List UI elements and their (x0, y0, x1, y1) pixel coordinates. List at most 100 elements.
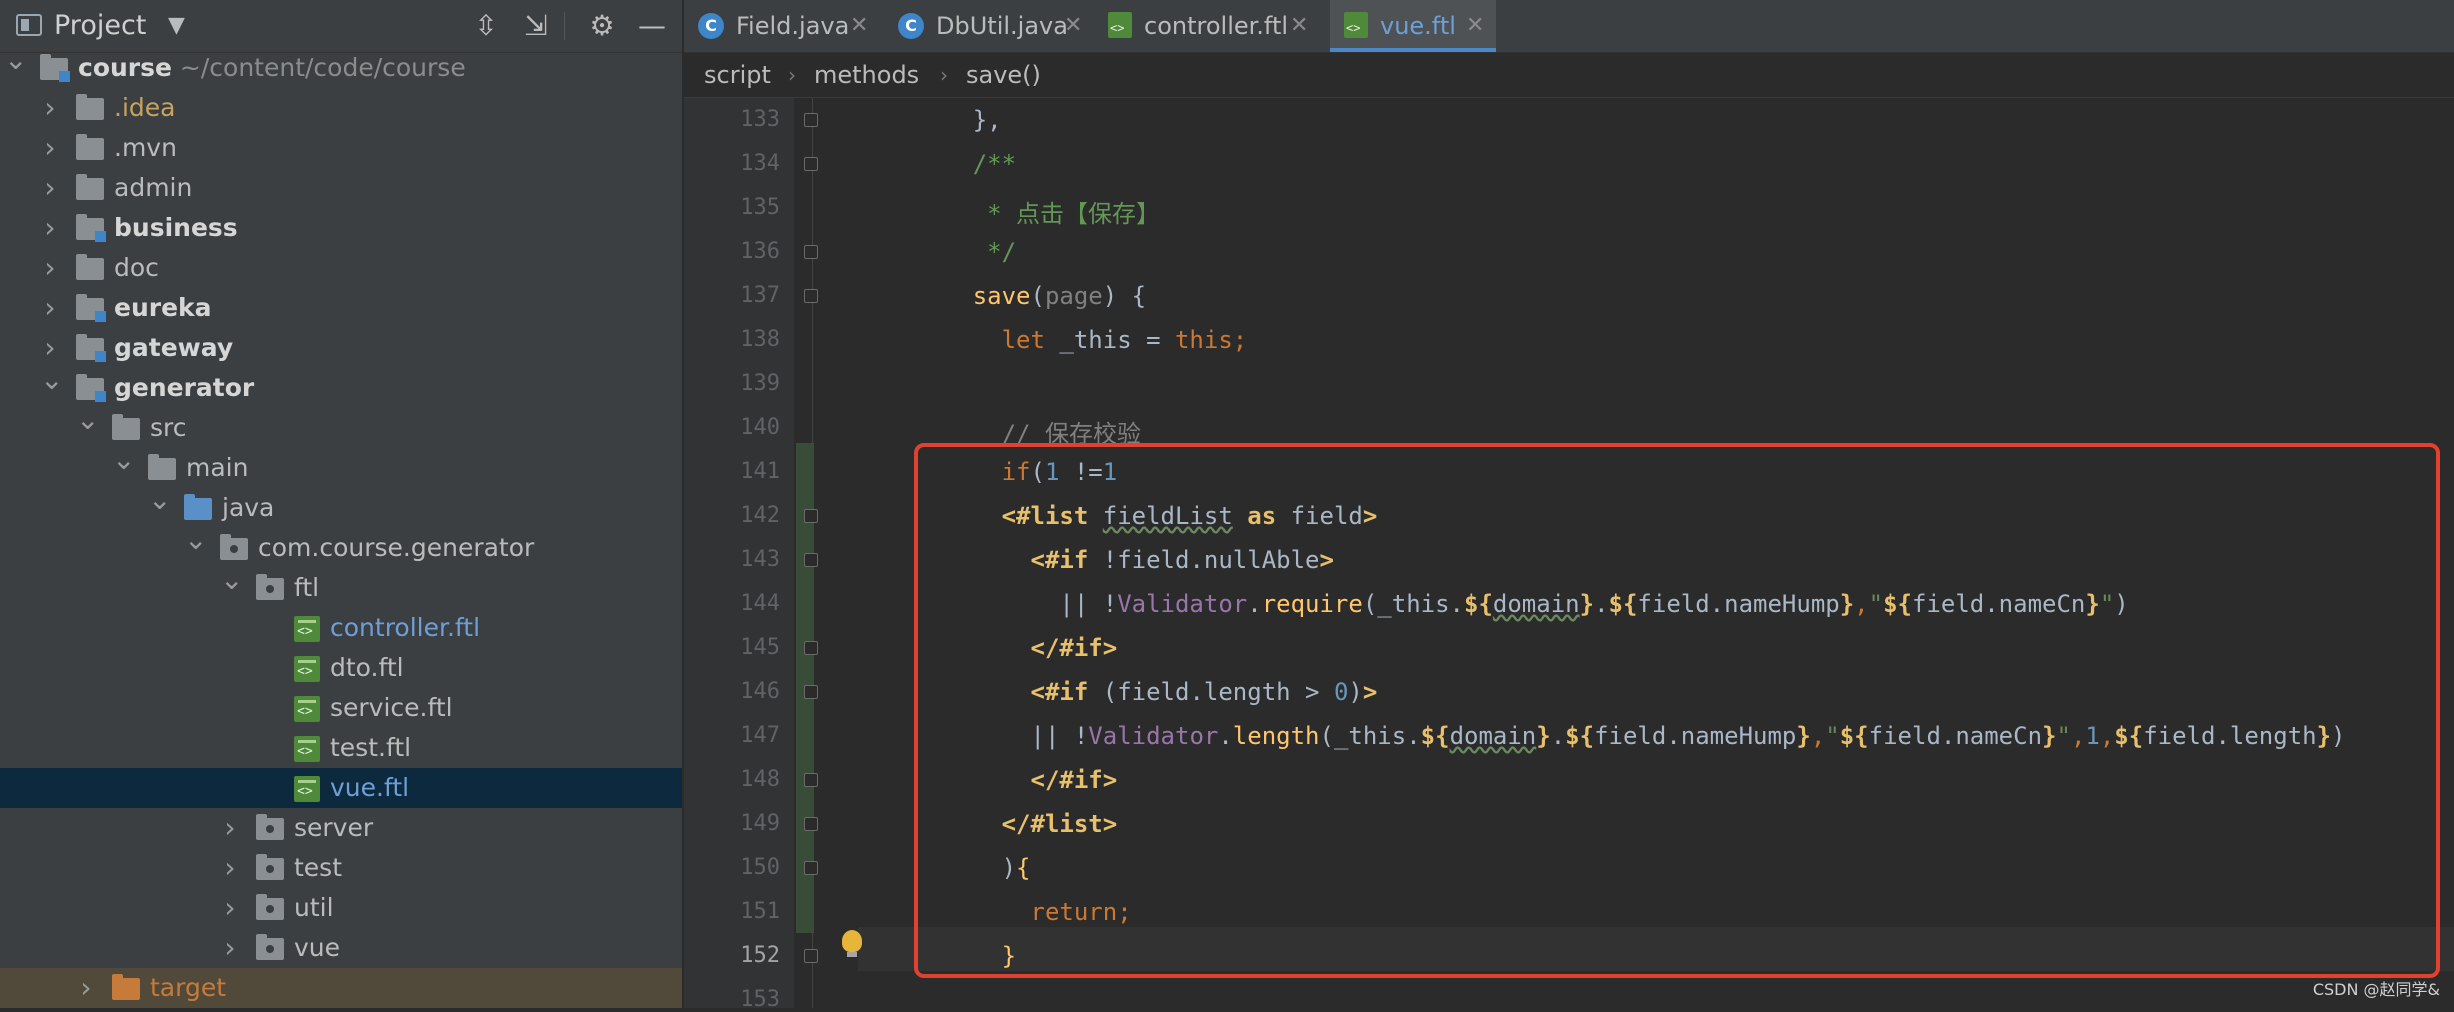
chevron-down-icon[interactable]: ⌄ (40, 360, 63, 400)
chevron-down-icon[interactable]: ⌄ (76, 400, 99, 440)
close-icon[interactable]: ✕ (1290, 0, 1308, 52)
fold-marker-icon[interactable] (804, 245, 818, 259)
chevron-right-icon[interactable]: › (76, 968, 96, 1008)
code-line[interactable]: save(page) { (973, 282, 1146, 310)
breadcrumb-item[interactable]: script (704, 53, 771, 97)
line-number[interactable]: 134 (684, 151, 780, 176)
line-number[interactable]: 135 (684, 195, 780, 220)
tree-item-vue[interactable]: › vue (0, 928, 682, 968)
fold-marker-icon[interactable] (804, 289, 818, 303)
line-number[interactable]: 152 (684, 943, 780, 968)
tree-item-vue-ftl[interactable]: vue.ftl (0, 768, 682, 808)
tree-item-business[interactable]: › business (0, 208, 682, 248)
breadcrumb-item[interactable]: save() (966, 53, 1041, 97)
tab-controller-ftl[interactable]: controller.ftl ✕ (1094, 0, 1316, 52)
fold-marker-icon[interactable] (804, 949, 818, 963)
code-line[interactable]: }, (973, 106, 1002, 134)
tree-item-main[interactable]: ⌄ main (0, 443, 682, 488)
fold-marker-icon[interactable] (804, 553, 818, 567)
tree-item-server[interactable]: › server (0, 808, 682, 848)
tree-item-java[interactable]: ⌄ java (0, 483, 682, 528)
tree-item-course[interactable]: ⌄ course ~/content/code/course (0, 43, 682, 88)
line-number[interactable]: 148 (684, 767, 780, 792)
breadcrumb-item[interactable]: methods (814, 53, 919, 97)
chevron-down-icon[interactable]: ⌄ (112, 440, 135, 480)
tree-item-eureka[interactable]: › eureka (0, 288, 682, 328)
chevron-right-icon[interactable]: › (40, 168, 60, 208)
chevron-right-icon[interactable]: › (40, 288, 60, 328)
line-number[interactable]: 140 (684, 415, 780, 440)
close-icon[interactable]: ✕ (1064, 0, 1082, 52)
line-number[interactable]: 141 (684, 459, 780, 484)
line-number[interactable]: 143 (684, 547, 780, 572)
tab-dbutil-java[interactable]: C DbUtil.java ✕ (884, 0, 1094, 52)
code-line[interactable]: /** (973, 150, 1016, 178)
fold-marker-icon[interactable] (804, 509, 818, 523)
fold-marker-icon[interactable] (804, 773, 818, 787)
fold-marker-icon[interactable] (804, 157, 818, 171)
chevron-right-icon[interactable]: › (220, 928, 240, 968)
tree-item-mvn[interactable]: › .mvn (0, 128, 682, 168)
lightbulb-icon[interactable] (842, 930, 862, 957)
fold-marker-icon[interactable] (804, 113, 818, 127)
tree-item-idea[interactable]: › .idea (0, 88, 682, 128)
fold-marker-icon[interactable] (804, 861, 818, 875)
gear-icon[interactable]: ⚙ (584, 8, 620, 44)
chevron-right-icon[interactable]: › (220, 888, 240, 928)
close-icon[interactable]: ✕ (1466, 0, 1484, 52)
tree-item-ftl[interactable]: ⌄ ftl (0, 563, 682, 608)
tree-item-admin[interactable]: › admin (0, 168, 682, 208)
line-number[interactable]: 137 (684, 283, 780, 308)
minimize-icon[interactable]: — (634, 8, 670, 44)
line-number[interactable]: 145 (684, 635, 780, 660)
chevron-right-icon[interactable]: › (40, 128, 60, 168)
fold-marker-icon[interactable] (804, 817, 818, 831)
tree-item-test[interactable]: › test (0, 848, 682, 888)
collapse-all-icon[interactable]: ⇲ (518, 8, 554, 44)
code-line[interactable]: * 点击【保存】 (987, 194, 1160, 229)
tree-item-gateway[interactable]: › gateway (0, 328, 682, 368)
tree-item-src[interactable]: ⌄ src (0, 403, 682, 448)
project-panel-title[interactable]: Project (54, 10, 146, 41)
chevron-right-icon[interactable]: › (40, 88, 60, 128)
chevron-right-icon[interactable]: › (220, 808, 240, 848)
chevron-down-icon[interactable]: ⌄ (4, 40, 27, 80)
tree-item-service-ftl[interactable]: service.ftl (0, 688, 682, 728)
line-number[interactable]: 146 (684, 679, 780, 704)
project-view-icon[interactable] (16, 14, 42, 36)
tree-item-target[interactable]: › target (0, 968, 682, 1008)
tree-item-controller-ftl[interactable]: controller.ftl (0, 608, 682, 648)
tab-field-java[interactable]: C Field.java ✕ (684, 0, 884, 52)
line-number[interactable]: 142 (684, 503, 780, 528)
line-number[interactable]: 138 (684, 327, 780, 352)
code-line[interactable]: */ (987, 238, 1016, 266)
chevron-down-icon[interactable]: ⌄ (148, 480, 171, 520)
chevron-right-icon[interactable]: › (40, 208, 60, 248)
tree-item-util[interactable]: › util (0, 888, 682, 928)
line-number[interactable]: 147 (684, 723, 780, 748)
code-line[interactable]: let _this = this; (1002, 326, 1248, 354)
line-number[interactable]: 151 (684, 899, 780, 924)
line-number[interactable]: 144 (684, 591, 780, 616)
tree-item-doc[interactable]: › doc (0, 248, 682, 288)
line-number[interactable]: 133 (684, 107, 780, 132)
expand-all-icon[interactable]: ⇳ (468, 8, 504, 44)
fold-marker-icon[interactable] (804, 685, 818, 699)
tab-vue-ftl[interactable]: vue.ftl ✕ (1330, 0, 1496, 52)
tree-item-test-ftl[interactable]: test.ftl (0, 728, 682, 768)
close-icon[interactable]: ✕ (850, 0, 868, 52)
tree-item-generator[interactable]: ⌄ generator (0, 363, 682, 408)
line-number[interactable]: 150 (684, 855, 780, 880)
line-number[interactable]: 153 (684, 987, 780, 1012)
chevron-down-icon[interactable]: ▼ (168, 13, 185, 38)
tree-item-dto-ftl[interactable]: dto.ftl (0, 648, 682, 688)
line-number[interactable]: 149 (684, 811, 780, 836)
line-number[interactable]: 136 (684, 239, 780, 264)
line-number[interactable]: 139 (684, 371, 780, 396)
chevron-down-icon[interactable]: ⌄ (220, 560, 243, 600)
chevron-right-icon[interactable]: › (40, 248, 60, 288)
fold-marker-icon[interactable] (804, 641, 818, 655)
chevron-down-icon[interactable]: ⌄ (184, 520, 207, 560)
tree-item-com-course-generator[interactable]: ⌄ com.course.generator (0, 523, 682, 568)
chevron-right-icon[interactable]: › (220, 848, 240, 888)
